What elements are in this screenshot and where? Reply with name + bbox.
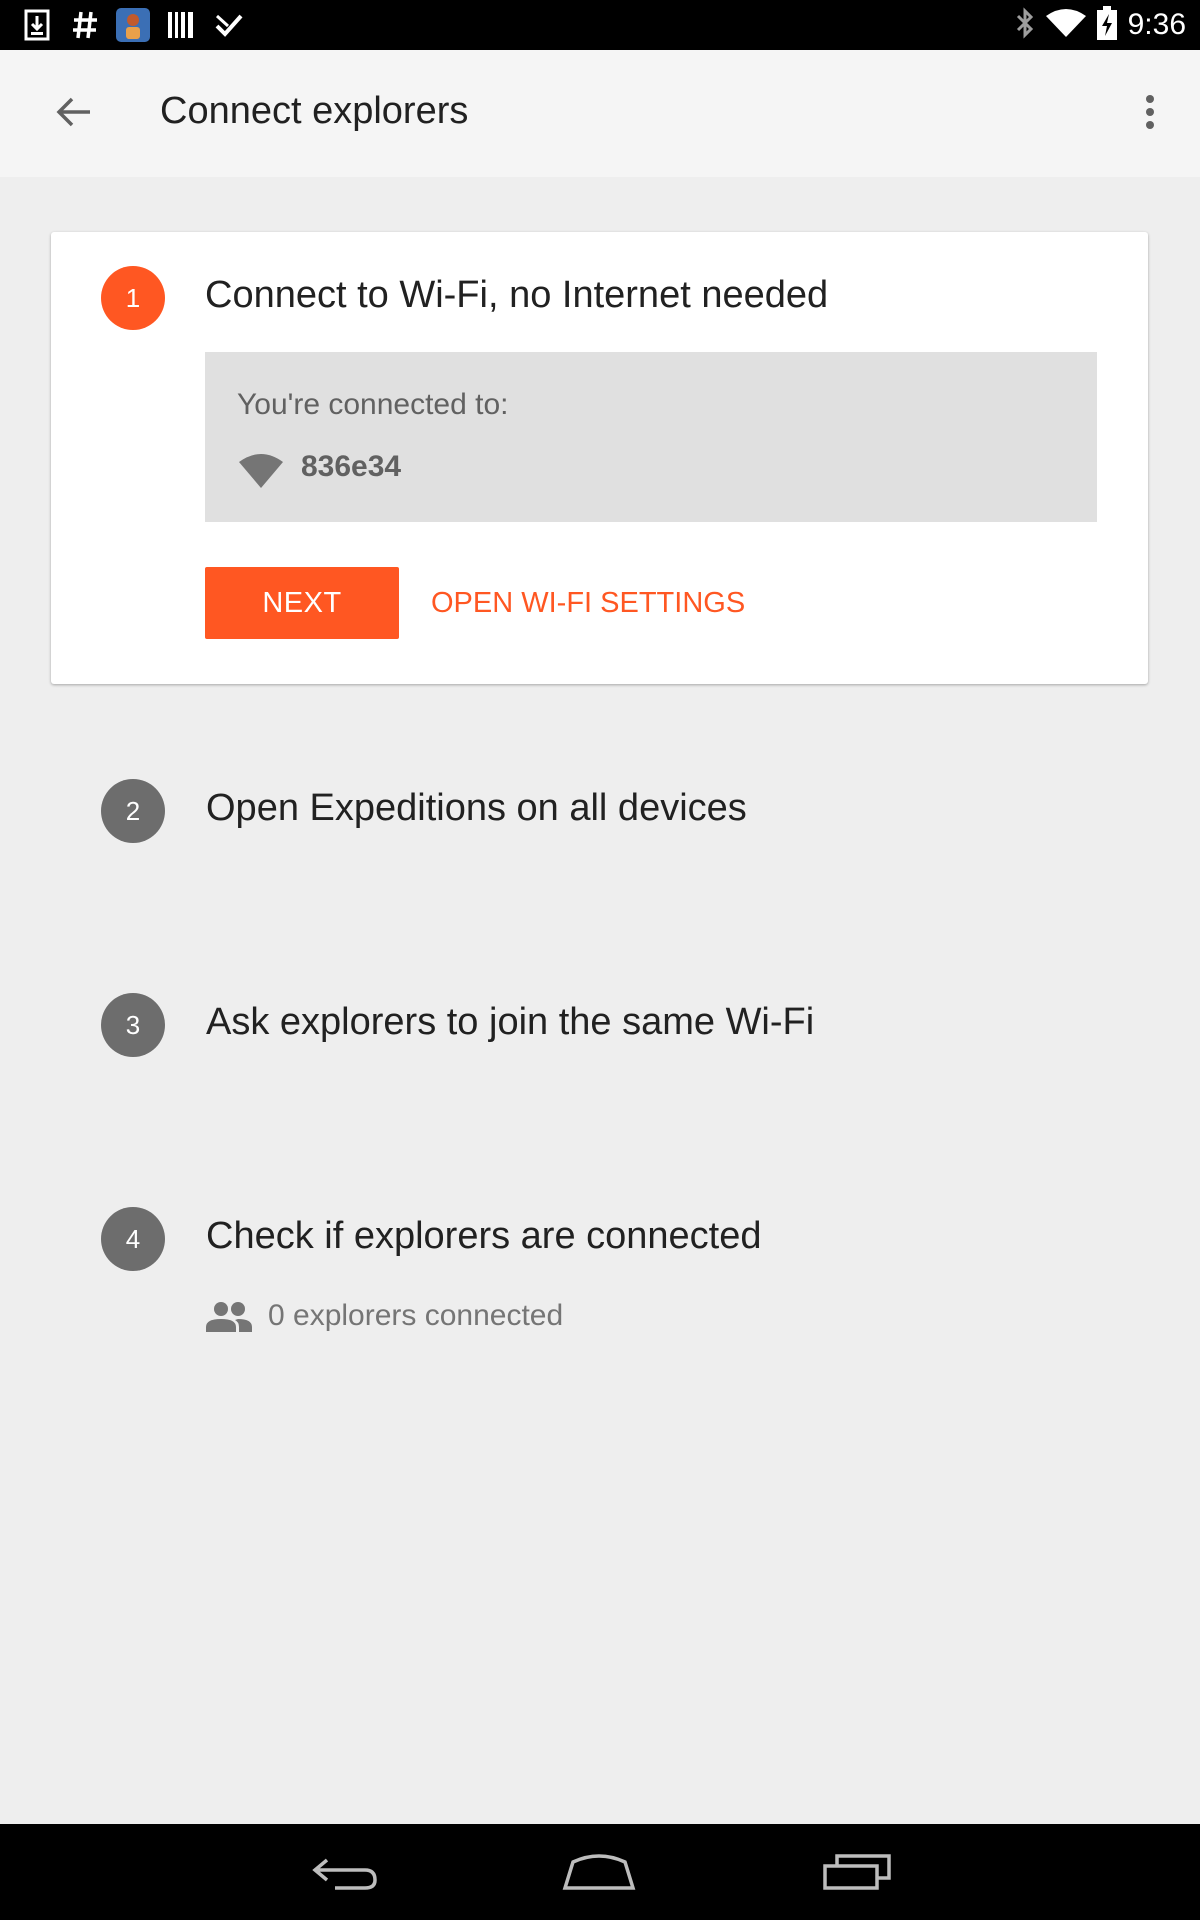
nav-back-button[interactable]	[294, 1842, 394, 1902]
system-icons: 9:36	[1014, 5, 1186, 45]
people-icon	[206, 1302, 252, 1332]
arrow-back-icon	[56, 97, 90, 127]
wifi-icon	[239, 454, 283, 488]
download-icon	[20, 8, 54, 42]
step-3-title: Ask explorers to join the same Wi-Fi	[206, 1001, 815, 1043]
hash-icon	[68, 8, 102, 42]
explorers-connected-row: 0 explorers connected	[206, 1296, 563, 1336]
network-name: 836e34	[301, 450, 402, 483]
bluetooth-icon	[1014, 6, 1036, 44]
step-1-title: Connect to Wi-Fi, no Internet needed	[205, 274, 829, 316]
explorers-connected-count: 0 explorers connected	[268, 1299, 564, 1332]
next-button[interactable]: NEXT	[205, 567, 399, 639]
connected-label: You're connected to:	[237, 388, 509, 421]
open-wifi-settings-button[interactable]: OPEN WI-FI SETTINGS	[431, 567, 745, 639]
navigation-bar	[0, 1824, 1200, 1920]
step-1-card: 1 Connect to Wi-Fi, no Internet needed Y…	[51, 232, 1148, 684]
step-1-number: 1	[101, 266, 165, 330]
barcode-icon	[164, 8, 198, 42]
step-4-number: 4	[101, 1207, 165, 1271]
wifi-signal-icon	[1045, 8, 1086, 43]
status-bar: 9:36	[0, 0, 1200, 50]
step-2-title: Open Expeditions on all devices	[206, 787, 747, 829]
battery-charging-icon	[1096, 5, 1118, 45]
more-vert-icon	[1146, 95, 1154, 129]
more-options-button[interactable]	[1118, 80, 1182, 144]
page-title: Connect explorers	[160, 90, 469, 132]
app-bar: Connect explorers	[0, 50, 1200, 177]
back-button[interactable]	[42, 80, 106, 144]
clock: 9:36	[1127, 8, 1186, 41]
app-avatar-icon	[116, 8, 150, 42]
checkmark-icon	[212, 8, 246, 42]
notification-icons	[20, 8, 246, 42]
nav-home-button[interactable]	[549, 1842, 649, 1902]
nav-home-icon	[562, 1854, 636, 1890]
step-4-title: Check if explorers are connected	[206, 1215, 762, 1257]
nav-recents-icon	[823, 1854, 891, 1890]
connected-network-box: You're connected to: 836e34	[205, 352, 1097, 522]
nav-recents-button[interactable]	[807, 1842, 907, 1902]
nav-back-icon	[312, 1858, 377, 1890]
step-3-number: 3	[101, 993, 165, 1057]
step-2-number: 2	[101, 779, 165, 843]
